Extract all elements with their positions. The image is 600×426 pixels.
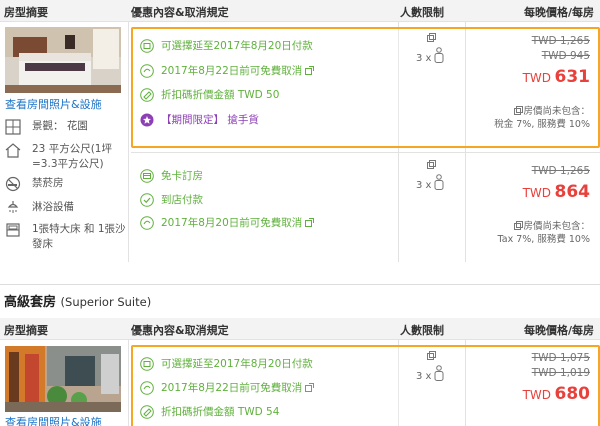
- original-price: TWD 1,019: [531, 367, 590, 379]
- limited-deal-line: 【期間限定】 搶手貨: [140, 112, 259, 127]
- price-block: TWD 1,265 TWD 864 房價尚未包含： Tax 7%, 服務費 10…: [498, 164, 590, 246]
- calendar-icon: [140, 356, 154, 371]
- tax-note: 房價尚未包含：: [494, 105, 590, 118]
- room-photos-link[interactable]: 查看房間照片&設施: [5, 96, 102, 112]
- pay-later-line: 可選擇延至2017年8月20日付款: [140, 38, 313, 53]
- bed-icon: [6, 223, 20, 237]
- pay-at-hotel-line: 到店付款: [140, 192, 203, 207]
- feature-view: 景觀： 花園: [5, 119, 88, 135]
- house-size-icon: [5, 143, 21, 158]
- divider: [398, 29, 399, 146]
- tax-detail: 稅金 7%, 服務費 10%: [494, 119, 590, 130]
- view-icon: [5, 119, 21, 135]
- header-occupancy: 人數限制: [400, 6, 444, 19]
- external-link-icon[interactable]: [305, 66, 315, 75]
- price-block: TWD 1,265 TWD 945 TWD 631 房價尚未包含： 稅金 7%,…: [494, 34, 590, 131]
- refund-icon: [140, 63, 154, 78]
- feature-bed: 1張特大床 和 1張沙發床: [5, 222, 132, 252]
- room-photo[interactable]: [5, 27, 121, 93]
- header-offer: 優惠內容&取消規定: [131, 6, 229, 19]
- info-icon: [427, 33, 436, 42]
- tax-detail: Tax 7%, 服務費 10%: [497, 234, 590, 245]
- header-price: 每晚價格/每房: [523, 6, 594, 19]
- external-link-icon[interactable]: [305, 218, 315, 227]
- feature-non-smoking: 禁菸房: [5, 176, 64, 192]
- current-price: TWD 864: [522, 182, 590, 202]
- price-block: TWD 1,075 TWD 1,019 TWD 680: [523, 351, 590, 404]
- free-cancel-line[interactable]: 2017年8月22日前可免費取消: [140, 63, 315, 78]
- divider: [128, 340, 129, 426]
- refund-icon: [140, 215, 154, 230]
- header-room-type: 房型摘要: [4, 6, 48, 19]
- original-price: TWD 1,265: [531, 165, 590, 177]
- refund-icon: [140, 380, 154, 395]
- check-icon: [140, 192, 154, 207]
- room-photos-link[interactable]: 查看房間照片&設施: [5, 414, 102, 426]
- current-price: TWD 680: [522, 384, 590, 404]
- divider: [398, 347, 399, 426]
- room-photo[interactable]: [5, 346, 121, 412]
- free-cancel-line[interactable]: 2017年8月22日前可免費取消: [140, 380, 315, 395]
- section-divider: [0, 284, 600, 285]
- table-header: 房型摘要 優惠內容&取消規定 人數限制 每晚價格/每房: [0, 318, 600, 340]
- room-title: 高級套房 (Superior Suite): [4, 295, 152, 310]
- star-badge-icon: [140, 113, 154, 126]
- shower-icon: [7, 201, 19, 213]
- discount-icon: [140, 404, 154, 419]
- pay-later-line: 可選擇延至2017年8月20日付款: [140, 356, 313, 371]
- no-card-line: 免卡訂房: [140, 168, 203, 183]
- external-link-icon[interactable]: [305, 383, 315, 392]
- discount-icon: [140, 87, 154, 102]
- table-header: 房型摘要 優惠內容&取消規定 人數限制 每晚價格/每房: [0, 0, 600, 22]
- original-price: TWD 945: [541, 50, 590, 62]
- feature-shower: 淋浴設備: [5, 200, 74, 216]
- info-icon: [427, 351, 436, 360]
- person-icon: [434, 365, 444, 381]
- person-icon: [434, 174, 444, 190]
- calendar-icon: [140, 38, 154, 53]
- person-icon: [434, 47, 444, 63]
- discount-line: 折扣碼折價金額 TWD 54: [140, 404, 279, 419]
- original-price: TWD 1,265: [531, 35, 590, 47]
- no-smoking-icon: [5, 176, 21, 192]
- discount-line: 折扣碼折價金額 TWD 50: [140, 87, 279, 102]
- feature-size: 23 平方公尺(1坪=3.3平方公尺): [5, 142, 127, 172]
- current-price: TWD 631: [522, 67, 590, 87]
- tax-note: 房價尚未包含：: [498, 220, 590, 233]
- card-icon: [140, 168, 154, 183]
- free-cancel-line[interactable]: 2017年8月20日前可免費取消: [140, 215, 315, 230]
- info-icon: [427, 160, 436, 169]
- original-price: TWD 1,075: [531, 352, 590, 364]
